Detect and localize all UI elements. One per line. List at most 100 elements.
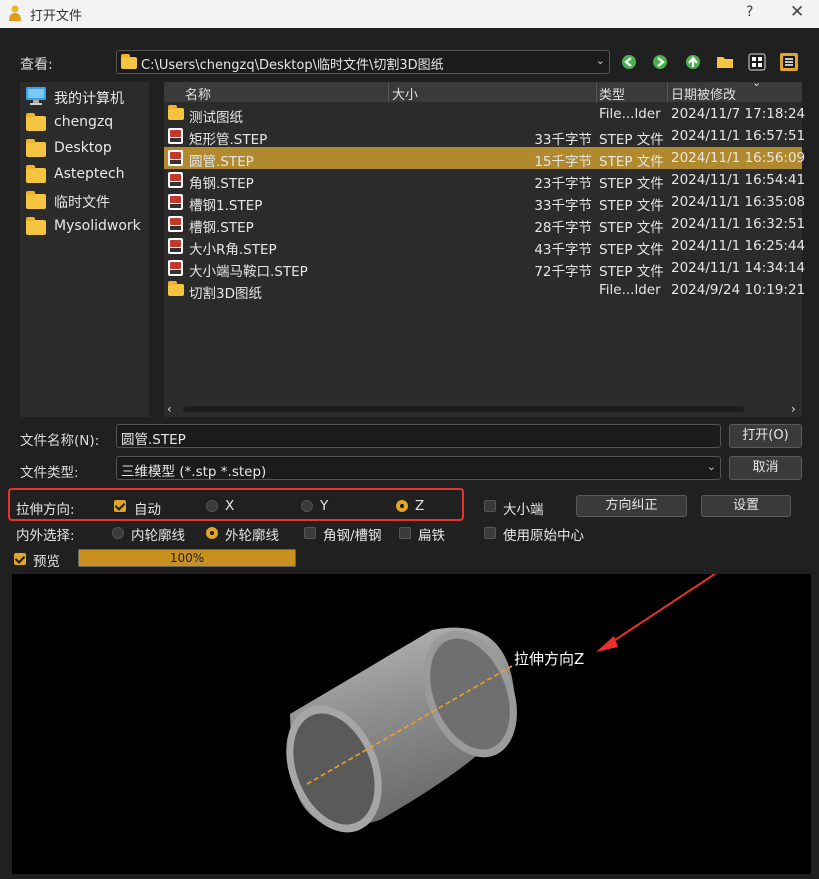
file-name: 切割3D图纸 [189, 286, 262, 302]
column-header-size[interactable]: 大小 [389, 82, 597, 103]
arrow-head-icon [596, 636, 618, 652]
direction-correct-button[interactable]: 方向纠正 [576, 495, 687, 517]
table-row[interactable]: 矩形管.STEP 33千字节 STEP 文件 2024/11/1 16:57:5… [164, 125, 805, 148]
file-type: STEP 文件 [599, 220, 664, 236]
preview-canvas[interactable]: 拉伸方向Z [12, 563, 811, 874]
file-date: 2024/9/24 10:19:21 [671, 282, 806, 298]
new-folder-icon[interactable] [715, 52, 735, 72]
column-header-type[interactable]: 类型 [597, 82, 668, 103]
origin-center-checkbox[interactable] [484, 527, 496, 539]
step-file-icon [168, 260, 183, 276]
location-combo[interactable]: C:\Users\chengzq\Desktop\临时文件\切割3D图纸 ⌄ [116, 50, 610, 74]
column-header-label: 类型 [599, 88, 626, 103]
column-header-name[interactable]: 名称 [164, 82, 389, 103]
horizontal-scrollbar[interactable] [183, 406, 744, 412]
outer-contour-radio[interactable] [206, 527, 218, 539]
close-button[interactable]: ✕ [790, 2, 804, 22]
z-radio[interactable] [396, 500, 408, 512]
table-row[interactable]: 大小R角.STEP 43千字节 STEP 文件 2024/11/1 16:25:… [164, 235, 805, 258]
preview-label: 预览 [33, 554, 60, 570]
file-type: STEP 文件 [599, 242, 664, 258]
file-type: File...lder [599, 282, 661, 298]
title-bar: 打开文件 ? ✕ [0, 0, 819, 28]
up-arrow-icon[interactable] [683, 52, 703, 72]
sidebar-item-computer[interactable]: 我的计算机 [24, 85, 144, 107]
file-type: STEP 文件 [599, 154, 664, 170]
step-file-icon [168, 150, 183, 166]
cylinder-preview-graphic [286, 563, 731, 833]
sidebar-item-label: Mysolidwork [54, 218, 141, 234]
filetype-combo[interactable]: 三维模型 (*.stp *.step) ⌄ [116, 456, 721, 480]
flat-iron-label: 扁铁 [418, 528, 445, 544]
back-arrow-icon[interactable] [619, 52, 639, 72]
sidebar-item-label: Asteptech [54, 166, 125, 182]
table-row-selected[interactable]: 圆管.STEP 15千字节 STEP 文件 2024/11/1 16:56:09 [164, 147, 805, 170]
big-small-end-checkbox[interactable] [484, 500, 496, 512]
table-row[interactable]: 槽钢1.STEP 33千字节 STEP 文件 2024/11/1 16:35:0… [164, 191, 805, 214]
filename-value: 圆管.STEP [121, 432, 186, 448]
auto-checkbox[interactable] [114, 500, 126, 512]
folder-icon [168, 105, 184, 120]
file-date: 2024/11/1 16:54:41 [671, 172, 806, 188]
sidebar-item-label: Desktop [54, 140, 112, 156]
stretch-direction-label: 拉伸方向: [16, 502, 75, 518]
sidebar: 我的计算机 chengzq Desktop Asteptech 临时文件 Mys… [20, 82, 149, 417]
file-date: 2024/11/7 17:18:24 [671, 106, 806, 122]
table-row[interactable]: 槽钢.STEP 28千字节 STEP 文件 2024/11/1 16:32:51 [164, 213, 806, 236]
angle-channel-checkbox[interactable] [304, 527, 316, 539]
sidebar-item-asteptech[interactable]: Asteptech [24, 163, 144, 185]
flat-iron-checkbox[interactable] [399, 527, 411, 539]
sidebar-item-desktop[interactable]: Desktop [24, 137, 144, 159]
big-small-end-label: 大小端 [503, 502, 544, 518]
sidebar-item-chengzq[interactable]: chengzq [24, 111, 144, 133]
file-name: 槽钢.STEP [189, 220, 254, 236]
file-name: 测试图纸 [189, 110, 243, 126]
sidebar-item-mysolidwork[interactable]: Mysolidwork [24, 215, 144, 237]
scroll-right-icon[interactable]: › [791, 402, 796, 416]
progress-bar: 100% [78, 549, 296, 567]
folder-icon [26, 217, 46, 235]
sidebar-item-temp-files[interactable]: 临时文件 [24, 189, 144, 211]
folder-icon [121, 54, 137, 69]
settings-button[interactable]: 设置 [701, 495, 791, 517]
file-name: 大小R角.STEP [189, 242, 277, 258]
folder-icon [26, 113, 46, 131]
x-radio[interactable] [206, 500, 218, 512]
location-label: 查看: [20, 57, 53, 73]
table-row[interactable]: 大小端马鞍口.STEP 72千字节 STEP 文件 2024/11/1 14:3… [164, 257, 805, 280]
detail-view-icon[interactable] [779, 52, 799, 72]
filename-label: 文件名称(N): [20, 433, 100, 449]
table-row[interactable]: 角钢.STEP 23千字节 STEP 文件 2024/11/1 16:54:41 [164, 169, 806, 192]
column-header-label: 名称 [185, 88, 212, 103]
cancel-button[interactable]: 取消 [729, 456, 802, 480]
grid-view-icon[interactable] [747, 52, 767, 72]
table-row[interactable]: 测试图纸 File...lder 2024/11/7 17:18:24 [164, 103, 806, 126]
forward-arrow-icon[interactable] [650, 52, 670, 72]
file-name: 矩形管.STEP [189, 132, 268, 148]
origin-center-label: 使用原始中心 [503, 528, 584, 544]
filetype-label: 文件类型: [20, 465, 79, 481]
preview-checkbox[interactable] [14, 553, 26, 565]
sort-chevron-icon: ⌄ [752, 76, 762, 89]
step-file-icon [168, 238, 183, 254]
table-row[interactable]: 切割3D图纸 File...lder 2024/9/24 10:19:21 [164, 279, 806, 302]
scroll-left-icon[interactable]: ‹ [167, 402, 172, 416]
step-file-icon [168, 194, 183, 210]
window-title: 打开文件 [30, 9, 83, 24]
file-name: 槽钢1.STEP [189, 198, 263, 214]
angle-channel-label: 角钢/槽钢 [323, 528, 382, 544]
filename-field[interactable]: 圆管.STEP [116, 424, 721, 448]
file-size: 72千字节 [534, 264, 592, 280]
column-header-date[interactable]: 日期被修改 ⌄ [668, 76, 802, 103]
y-label: Y [320, 498, 329, 514]
y-radio[interactable] [301, 500, 313, 512]
x-label: X [225, 498, 235, 514]
file-date: 2024/11/1 16:32:51 [671, 216, 806, 232]
computer-icon [26, 87, 46, 105]
sidebar-item-label: chengzq [54, 114, 114, 130]
file-size: 23千字节 [534, 176, 592, 192]
step-file-icon [168, 172, 183, 188]
open-button[interactable]: 打开(O) [729, 424, 802, 448]
inner-contour-radio[interactable] [112, 527, 124, 539]
help-button[interactable]: ? [746, 4, 753, 20]
